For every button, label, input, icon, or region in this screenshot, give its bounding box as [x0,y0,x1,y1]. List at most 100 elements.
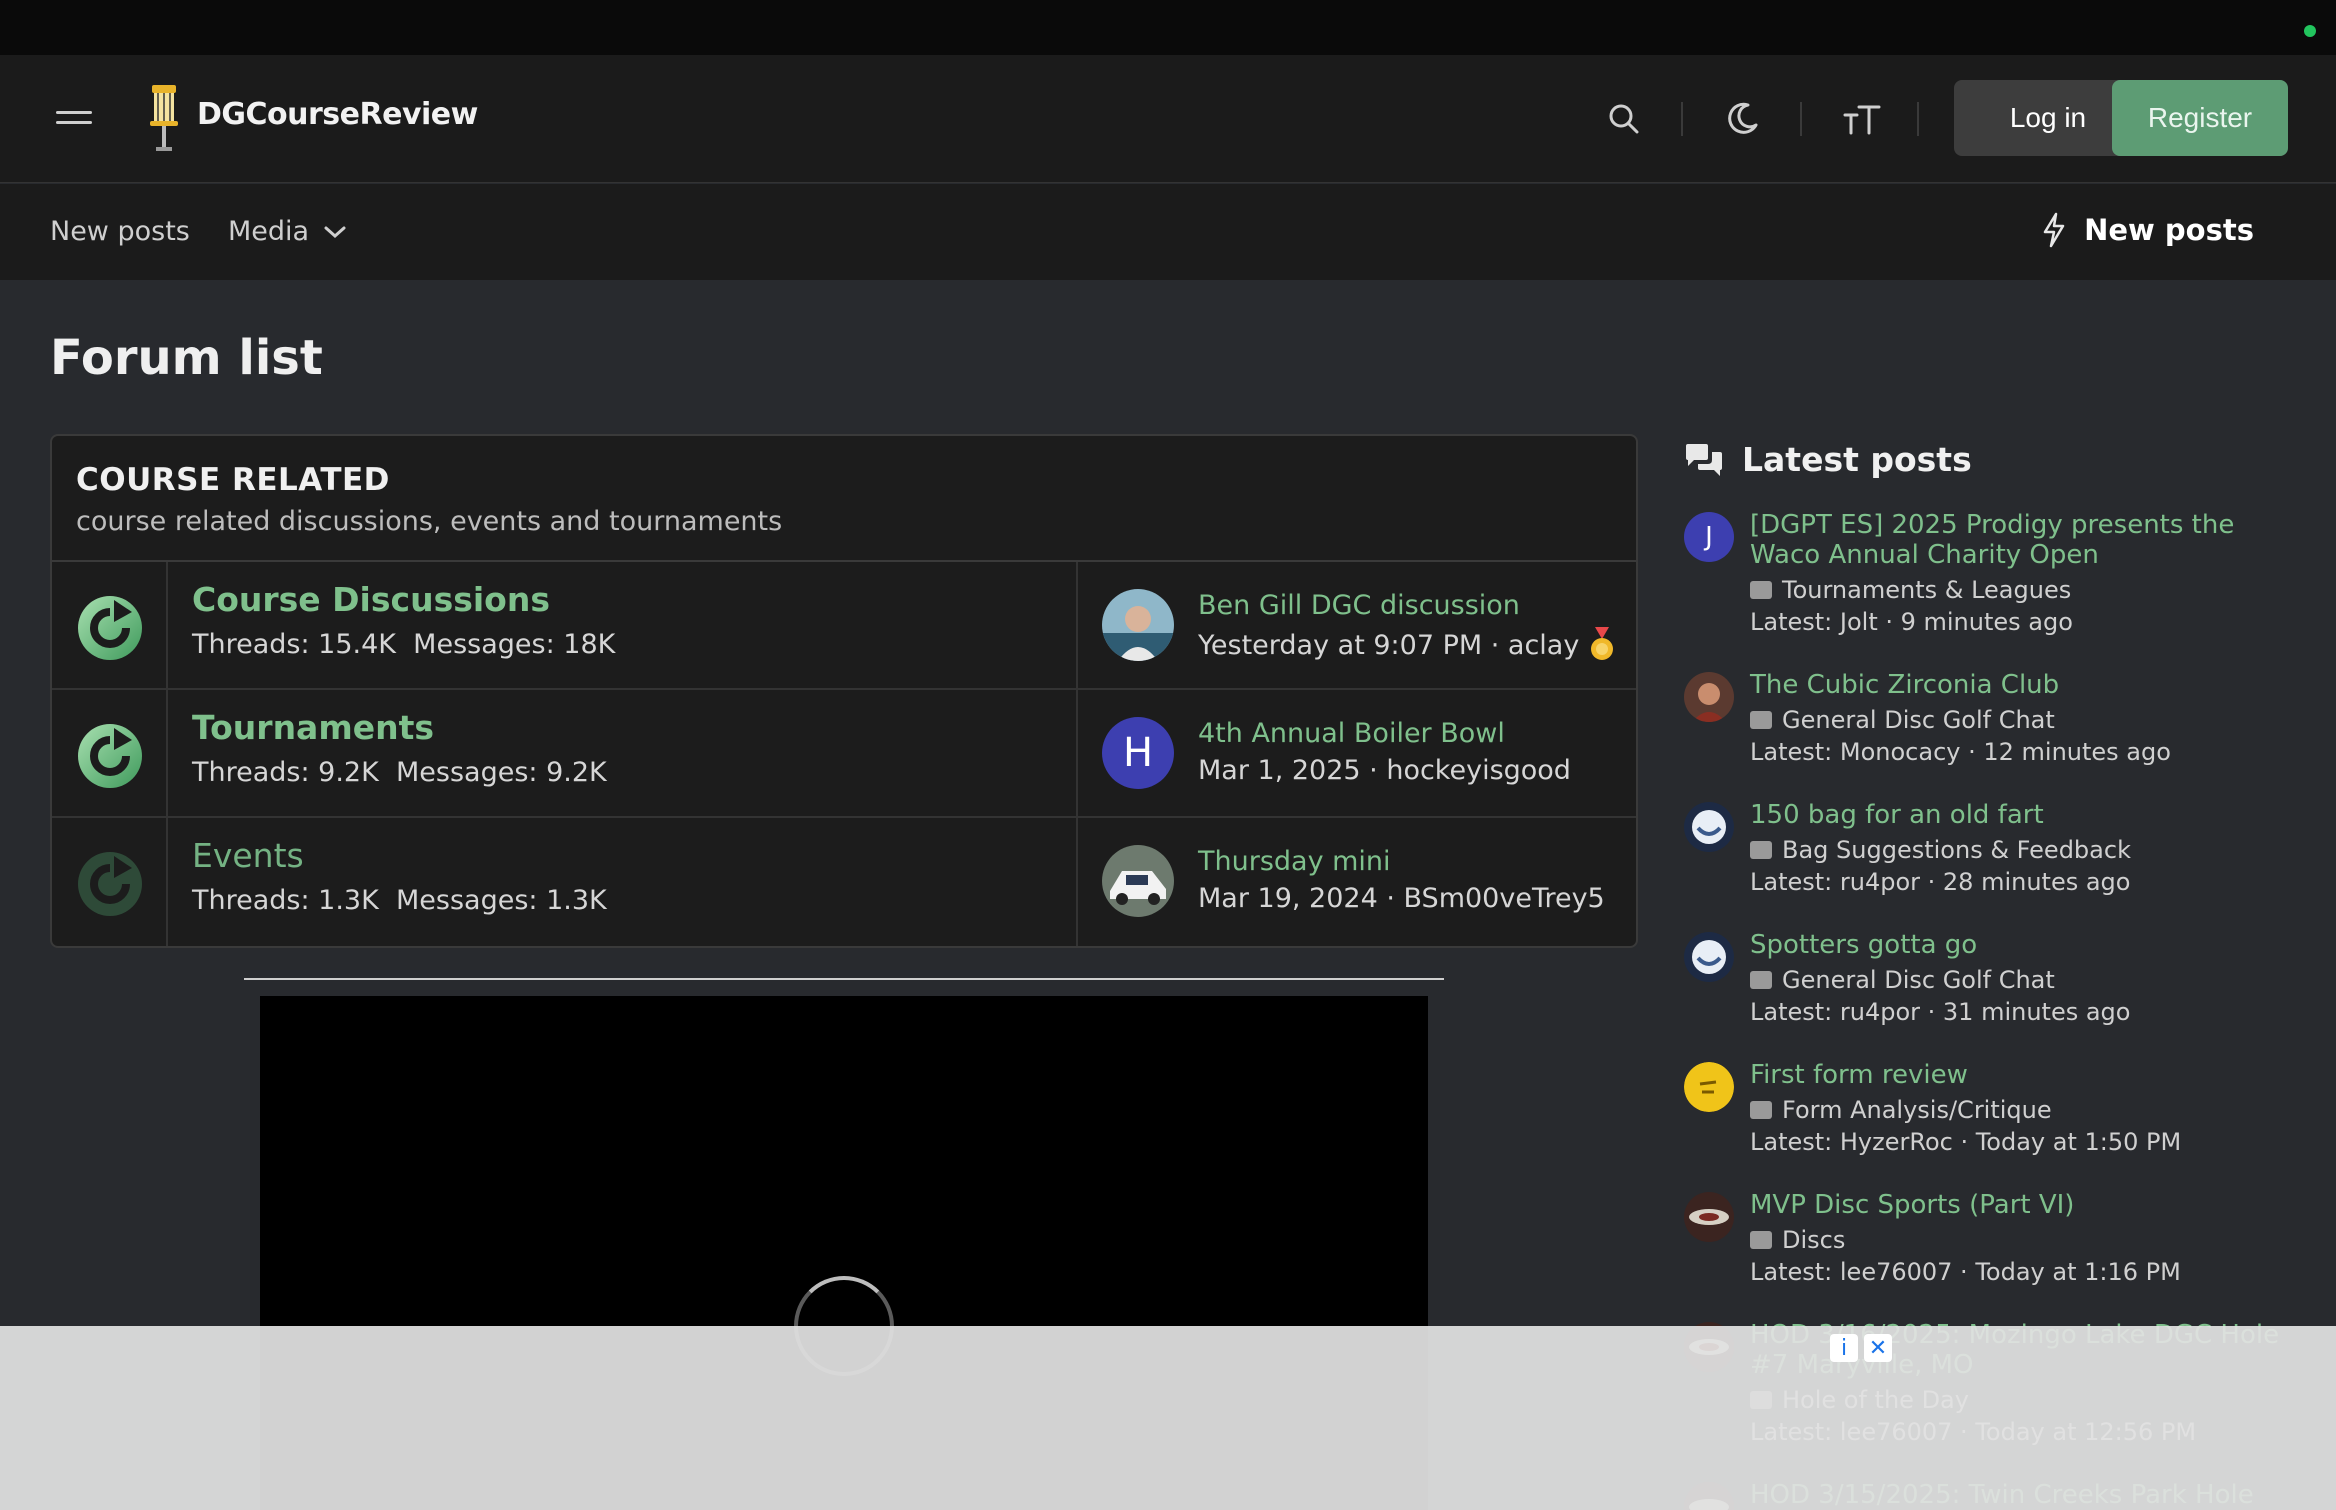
last-post-meta[interactable]: Yesterday at 9:07 PM · aclay [1198,630,1579,661]
text-size-icon[interactable] [1842,99,1882,139]
post-meta[interactable]: Latest: lee76007 · Today at 1:16 PM [1750,1258,2290,1286]
nav-media-label: Media [228,216,310,247]
menu-icon[interactable] [56,111,92,125]
avatar[interactable] [1102,589,1174,661]
post-forum-row: Tournaments & Leagues [1750,576,2290,604]
forum-stats: Threads: 15.4K Messages: 18K [192,629,615,660]
last-post-meta[interactable]: Mar 19, 2024 · BSm00veTrey5 [1198,883,1605,914]
messages-label: Messages: [413,629,555,660]
post-title[interactable]: [DGPT ES] 2025 Prodigy presents the Waco… [1750,510,2290,570]
messages-label: Messages: [396,885,538,916]
last-post-title[interactable]: Thursday mini [1198,846,1605,877]
nav-media[interactable]: Media [228,216,347,247]
post-forum-row: General Disc Golf Chat [1750,966,2290,994]
last-post-info: Thursday mini Mar 19, 2024 · BSm00veTrey… [1198,846,1605,914]
chevron-down-icon [324,226,346,238]
post-title[interactable]: First form review [1750,1060,2290,1090]
forum-main: Events Threads: 1.3K Messages: 1.3K [192,836,607,916]
site-header: DGCourseReview Log in Register [0,55,2336,183]
ad-info-icon[interactable]: i [1830,1334,1858,1362]
forum-unread-icon[interactable] [74,590,146,662]
last-post-meta[interactable]: Mar 1, 2025 · hockeyisgood [1198,755,1571,786]
ad-overlay[interactable]: i ✕ [0,1326,2336,1510]
threads-count: 1.3K [318,885,379,916]
threads-label: Threads: [192,629,310,660]
nav-new-posts-shortcut[interactable]: New posts [2040,212,2254,248]
avatar[interactable] [1684,1192,1734,1242]
ad-close-icon[interactable]: ✕ [1864,1334,1892,1362]
status-bar [0,0,2336,55]
moon-icon[interactable] [1722,99,1762,139]
site-name[interactable]: DGCourseReview [197,97,478,132]
forum-icon-cell [52,690,168,816]
post-title[interactable]: The Cubic Zirconia Club [1750,670,2290,700]
last-post-meta-row: Yesterday at 9:07 PM · aclay [1198,627,1615,663]
post-forum[interactable]: Form Analysis/Critique [1782,1096,2052,1124]
forum-title[interactable]: Course Discussions [192,580,615,619]
messages-count: 1.3K [546,885,607,916]
forum-unread-icon[interactable] [74,718,146,790]
post-body: [DGPT ES] 2025 Prodigy presents the Waco… [1750,510,2290,636]
category-title[interactable]: COURSE RELATED [76,462,1612,498]
ad-divider [244,978,1444,980]
messages-label: Messages: [396,757,538,788]
post-meta[interactable]: Latest: ru4por · 31 minutes ago [1750,998,2290,1026]
post-title[interactable]: Spotters gotta go [1750,930,2290,960]
nav-bar: New posts Media New posts [0,184,2336,280]
register-button[interactable]: Register [2112,80,2288,156]
messages-count: 18K [563,629,616,660]
avatar[interactable] [1102,845,1174,917]
avatar[interactable] [1684,1062,1734,1112]
forum-read-icon[interactable] [74,846,146,918]
post-meta[interactable]: Latest: Monocacy · 12 minutes ago [1750,738,2290,766]
nav-new-posts[interactable]: New posts [50,216,190,247]
comment-icon [1750,971,1772,989]
forum-last-post: Thursday mini Mar 19, 2024 · BSm00veTrey… [1076,818,1636,946]
comment-icon [1750,1231,1772,1249]
last-post-info: 4th Annual Boiler Bowl Mar 1, 2025 · hoc… [1198,718,1571,786]
search-icon[interactable] [1604,99,1644,139]
forum-last-post: Ben Gill DGC discussion Yesterday at 9:0… [1076,562,1636,688]
post-title[interactable]: 150 bag for an old fart [1750,800,2290,830]
last-post-title[interactable]: 4th Annual Boiler Bowl [1198,718,1571,749]
post-forum[interactable]: General Disc Golf Chat [1782,966,2055,994]
post-forum[interactable]: General Disc Golf Chat [1782,706,2055,734]
avatar[interactable] [1684,672,1734,722]
forum-title[interactable]: Tournaments [192,708,607,747]
forum-title[interactable]: Events [192,836,607,875]
threads-label: Threads: [192,757,310,788]
forum-stats: Threads: 1.3K Messages: 1.3K [192,885,607,916]
post-body: Spotters gotta go General Disc Golf Chat L… [1750,930,2290,1026]
forum-stats: Threads: 9.2K Messages: 9.2K [192,757,607,788]
post-meta[interactable]: Latest: Jolt · 9 minutes ago [1750,608,2290,636]
lightning-icon [2043,212,2065,248]
camera-indicator-icon [2304,25,2316,37]
comments-icon [1686,443,1722,476]
messages-count: 9.2K [546,757,607,788]
post-body: MVP Disc Sports (Part VI) Discs Latest: le… [1750,1190,2290,1286]
medal-icon [1591,627,1614,660]
forum-main: Course Discussions Threads: 15.4K Messag… [192,580,615,660]
avatar[interactable] [1684,932,1734,982]
category-header: COURSE RELATED course related discussion… [52,436,1636,562]
last-post-title[interactable]: Ben Gill DGC discussion [1198,590,1615,621]
post-forum[interactable]: Bag Suggestions & Feedback [1782,836,2131,864]
site-logo[interactable] [144,83,184,153]
post-meta[interactable]: Latest: ru4por · 28 minutes ago [1750,868,2290,896]
avatar[interactable]: H [1102,717,1174,789]
last-post-meta-row: Mar 1, 2025 · hockeyisgood [1198,755,1571,786]
forum-row: Course Discussions Threads: 15.4K Messag… [52,562,1636,690]
avatar[interactable] [1684,802,1734,852]
avatar[interactable]: J [1684,512,1734,562]
forum-last-post: H 4th Annual Boiler Bowl Mar 1, 2025 · h… [1076,690,1636,816]
post-forum-row: Discs [1750,1226,2290,1254]
nav-new-posts-label: New posts [2084,213,2254,247]
post-forum[interactable]: Discs [1782,1226,1845,1254]
post-forum-row: Bag Suggestions & Feedback [1750,836,2290,864]
post-body: The Cubic Zirconia Club General Disc Golf… [1750,670,2290,766]
forum-icon-cell [52,818,168,946]
post-title[interactable]: MVP Disc Sports (Part VI) [1750,1190,2290,1220]
latest-posts-title: Latest posts [1742,440,1972,479]
post-meta[interactable]: Latest: HyzerRoc · Today at 1:50 PM [1750,1128,2290,1156]
post-forum[interactable]: Tournaments & Leagues [1782,576,2071,604]
